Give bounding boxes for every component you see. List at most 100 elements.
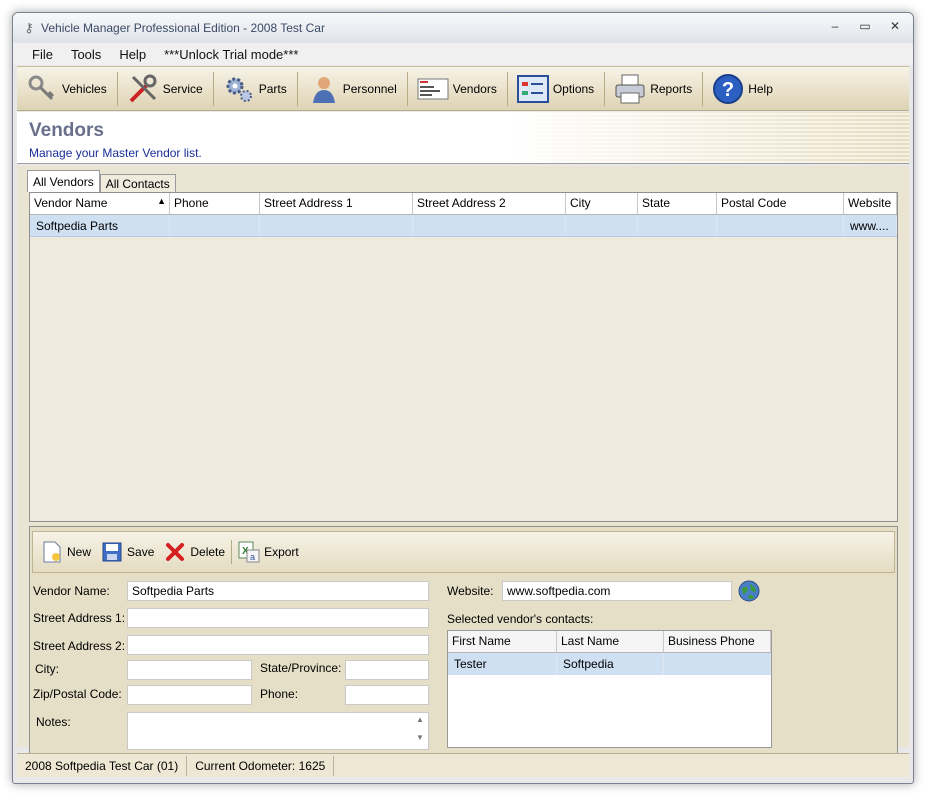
help-button[interactable]: ? Help xyxy=(707,69,779,109)
col-city[interactable]: City xyxy=(566,193,638,214)
notes-textarea[interactable]: ▲ ▼ xyxy=(127,712,429,750)
vehicles-label: Vehicles xyxy=(62,81,107,96)
help-label: Help xyxy=(748,81,773,96)
new-button[interactable]: New xyxy=(41,541,91,563)
status-vehicle: 2008 Softpedia Test Car (01) xyxy=(17,755,188,776)
vendor-name-label: Vendor Name: xyxy=(33,584,110,598)
globe-icon[interactable] xyxy=(737,579,761,603)
save-label: Save xyxy=(127,545,155,559)
page-header: Vendors Manage your Master Vendor list. xyxy=(17,112,909,164)
svg-text:?: ? xyxy=(722,79,734,101)
street2-input[interactable] xyxy=(127,635,429,655)
col-street-2[interactable]: Street Address 2 xyxy=(413,193,566,214)
cell-city xyxy=(566,215,638,236)
keys-icon xyxy=(25,72,59,106)
cell-street-1 xyxy=(260,215,413,236)
col-last-name[interactable]: Last Name xyxy=(557,631,664,652)
toolbar-separator xyxy=(604,71,606,106)
app-window: ⚷ Vehicle Manager Professional Edition -… xyxy=(12,12,914,784)
toolbar-separator xyxy=(296,71,298,106)
excel-export-icon: Xa xyxy=(238,541,260,563)
menu-unlock-trial[interactable]: ***Unlock Trial mode*** xyxy=(155,47,307,62)
website-input[interactable] xyxy=(502,581,732,601)
tab-all-vendors[interactable]: All Vendors xyxy=(27,170,100,192)
col-first-name[interactable]: First Name xyxy=(448,631,557,652)
maximize-button[interactable]: ▭ xyxy=(853,17,877,35)
export-button[interactable]: Xa Export xyxy=(238,541,299,563)
vehicles-button[interactable]: Vehicles xyxy=(21,69,113,109)
delete-button[interactable]: Delete xyxy=(164,541,225,563)
contacts-header: First Name Last Name Business Phone xyxy=(448,631,771,653)
app-keys-icon: ⚷ xyxy=(24,20,34,35)
help-icon: ? xyxy=(711,72,745,106)
table-row[interactable]: Softpedia Parts www.... xyxy=(30,215,897,237)
vendor-name-input[interactable] xyxy=(127,581,429,601)
toolbar-separator xyxy=(406,71,408,106)
col-label: Vendor Name xyxy=(34,196,108,210)
save-button[interactable]: Save xyxy=(101,541,154,563)
sort-up-icon: ▲ xyxy=(157,196,166,206)
toolbar-separator xyxy=(702,71,704,106)
new-label: New xyxy=(67,545,92,559)
zip-input[interactable] xyxy=(127,685,252,705)
col-website[interactable]: Website xyxy=(844,193,897,214)
parts-label: Parts xyxy=(258,81,287,96)
menu-file[interactable]: File xyxy=(23,47,62,62)
tab-all-contacts[interactable]: All Contacts xyxy=(99,174,176,192)
col-street-1[interactable]: Street Address 1 xyxy=(260,193,413,214)
personnel-label: Personnel xyxy=(342,81,397,96)
cell-business-phone xyxy=(664,653,771,675)
col-business-phone[interactable]: Business Phone xyxy=(664,631,771,652)
export-label: Export xyxy=(264,545,299,559)
phone-input[interactable] xyxy=(345,685,429,705)
cell-last-name: Softpedia xyxy=(557,653,664,675)
status-bar: 2008 Softpedia Test Car (01) Current Odo… xyxy=(17,753,909,777)
cell-phone xyxy=(170,215,260,236)
content-area: All Vendors All Contacts Vendor Name ▲ Ph… xyxy=(17,166,909,758)
cell-website: www.... xyxy=(844,215,897,236)
col-phone[interactable]: Phone xyxy=(170,193,260,214)
table-row[interactable]: Tester Softpedia xyxy=(448,653,771,675)
phone-label: Phone: xyxy=(260,687,299,701)
notes-label: Notes: xyxy=(36,715,71,729)
options-label: Options xyxy=(552,81,595,96)
service-label: Service xyxy=(162,81,203,96)
cell-street-2 xyxy=(413,215,566,236)
new-document-icon xyxy=(41,541,63,563)
state-label: State/Province: xyxy=(260,661,342,675)
col-postal-code[interactable]: Postal Code xyxy=(717,193,844,214)
cell-first-name: Tester xyxy=(448,653,557,675)
card-icon xyxy=(416,72,450,106)
title-bar[interactable]: ⚷ Vehicle Manager Professional Edition -… xyxy=(13,13,913,43)
state-input[interactable] xyxy=(345,660,429,680)
minimize-button[interactable]: – xyxy=(823,17,847,35)
menu-bar: File Tools Help ***Unlock Trial mode*** xyxy=(13,43,913,65)
city-input[interactable] xyxy=(127,660,252,680)
website-label: Website: xyxy=(447,584,494,598)
vendors-grid[interactable]: Vendor Name ▲ Phone Street Address 1 Stre… xyxy=(29,192,898,522)
window-title: Vehicle Manager Professional Edition - 2… xyxy=(41,21,325,35)
options-icon xyxy=(516,72,550,106)
city-label: City: xyxy=(35,662,59,676)
street1-input[interactable] xyxy=(127,608,429,628)
detail-toolbar: New Save Delete Xa Export xyxy=(32,531,895,573)
contacts-grid[interactable]: First Name Last Name Business Phone Test… xyxy=(447,630,772,748)
page-subtitle: Manage your Master Vendor list. xyxy=(29,146,202,160)
personnel-button[interactable]: Personnel xyxy=(302,69,403,109)
service-button[interactable]: Service xyxy=(122,69,209,109)
reports-label: Reports xyxy=(650,81,693,96)
reports-button[interactable]: Reports xyxy=(609,69,698,109)
col-state[interactable]: State xyxy=(638,193,717,214)
street2-label: Street Address 2: xyxy=(33,639,126,653)
zip-label: Zip/Postal Code: xyxy=(33,687,122,701)
menu-tools[interactable]: Tools xyxy=(62,47,110,62)
vendors-button[interactable]: Vendors xyxy=(412,69,503,109)
col-vendor-name[interactable]: Vendor Name ▲ xyxy=(30,193,170,214)
notes-scrollbar[interactable]: ▲ ▼ xyxy=(414,715,426,747)
toolbar-separator xyxy=(231,540,233,564)
close-button[interactable]: ✕ xyxy=(883,17,907,35)
parts-button[interactable]: Parts xyxy=(218,69,293,109)
cell-postal-code xyxy=(717,215,844,236)
menu-help[interactable]: Help xyxy=(110,47,155,62)
options-button[interactable]: Options xyxy=(512,69,600,109)
